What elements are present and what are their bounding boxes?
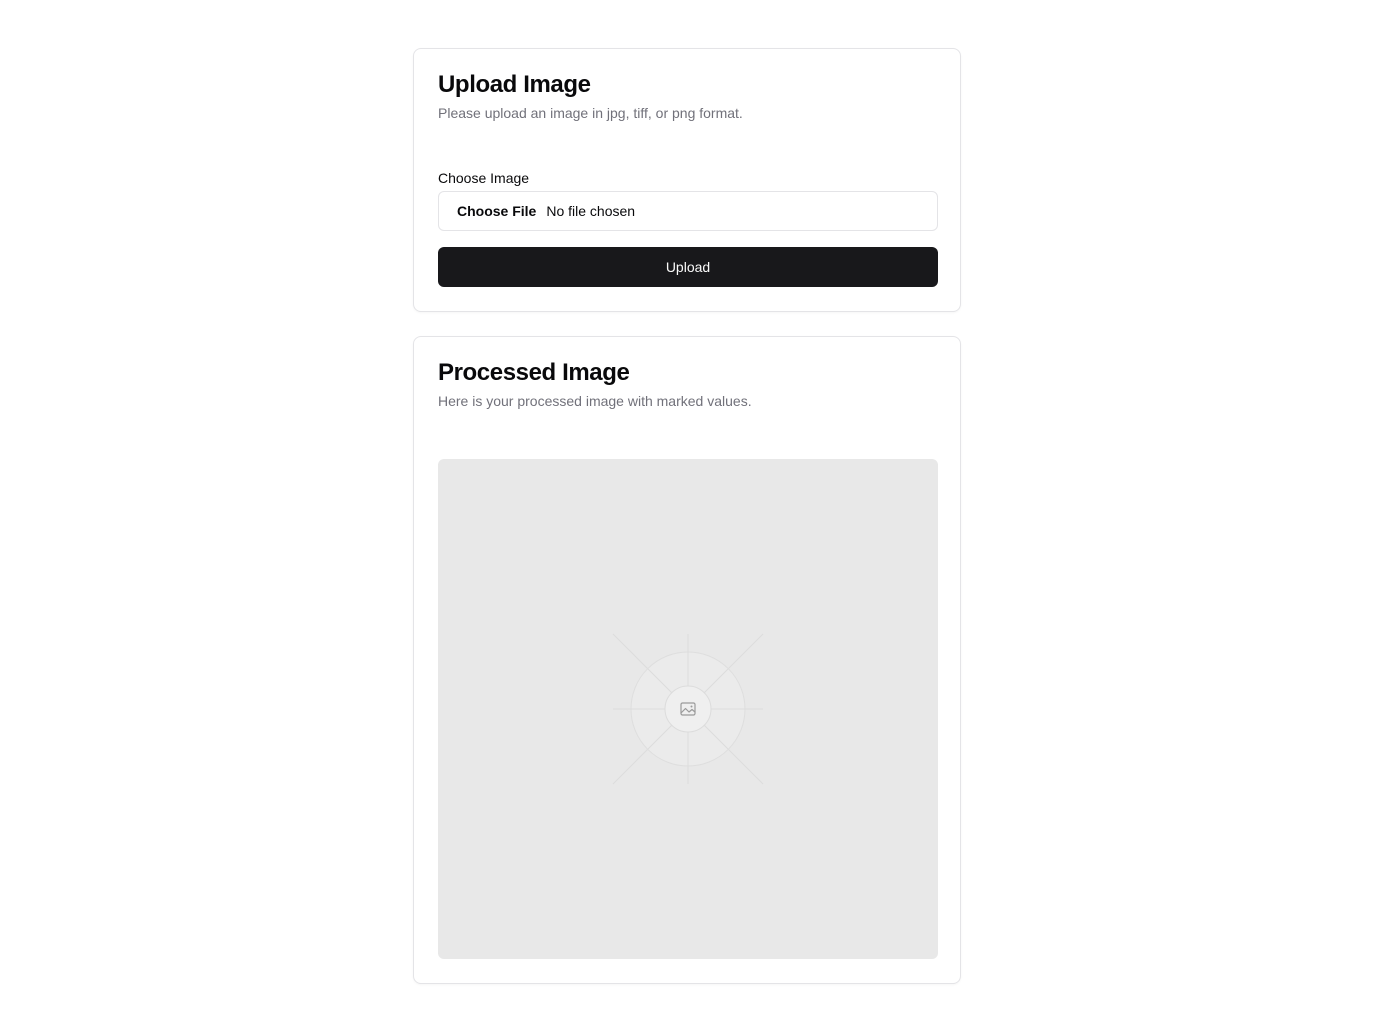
file-input[interactable]: Choose File No file chosen bbox=[438, 191, 938, 231]
processed-image-card: Processed Image Here is your processed i… bbox=[413, 336, 961, 984]
processed-card-title: Processed Image bbox=[438, 359, 630, 386]
processed-image-placeholder bbox=[438, 459, 938, 959]
processed-card-description: Here is your processed image with marked… bbox=[438, 393, 752, 409]
upload-card-description: Please upload an image in jpg, tiff, or … bbox=[438, 105, 743, 121]
upload-card: Upload Image Please upload an image in j… bbox=[413, 48, 961, 312]
file-status-text: No file chosen bbox=[546, 203, 636, 219]
upload-card-title: Upload Image bbox=[438, 71, 591, 98]
upload-button[interactable]: Upload bbox=[438, 247, 938, 287]
placeholder-graphic bbox=[612, 633, 764, 785]
choose-file-button[interactable]: Choose File bbox=[457, 203, 536, 219]
choose-image-label: Choose Image bbox=[438, 170, 530, 186]
